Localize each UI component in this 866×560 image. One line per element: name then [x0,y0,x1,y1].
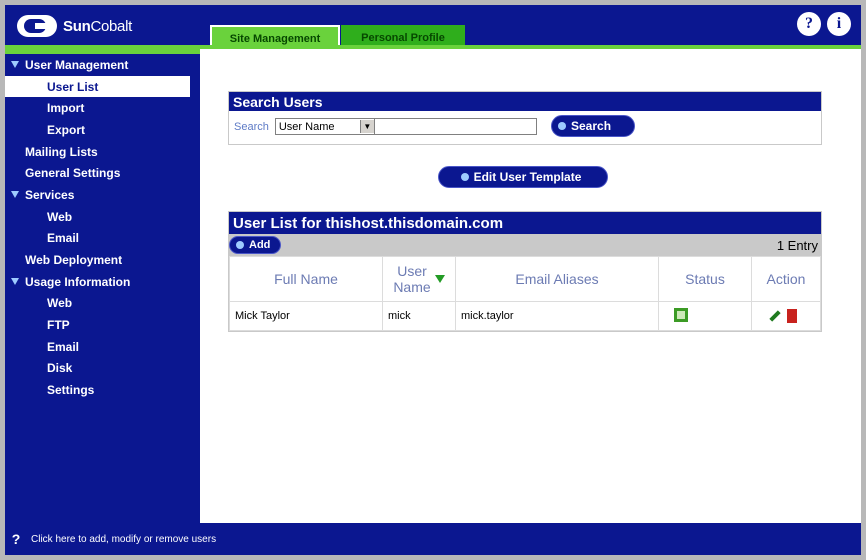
sidebar-item-import[interactable]: Import [5,97,200,119]
sidebar-item-usage-disk[interactable]: Disk [5,358,200,380]
status-message: Click here to add, modify or remove user… [31,533,217,545]
status-bar: ? Click here to add, modify or remove us… [5,523,861,555]
window-frame: SunCobalt Site Management Personal Profi… [0,0,866,560]
triangle-down-icon [11,191,19,199]
status-active-icon [674,307,688,322]
brand-name: SunCobalt [63,18,132,35]
column-header-user-name-line2: Name [393,279,431,295]
sidebar-item-usage-web[interactable]: Web [5,293,200,315]
cell-user-name: mick [382,301,456,331]
edit-user-template-label: Edit User Template [473,170,582,184]
cobalt-logo-icon [17,15,57,37]
sidebar-item-usage-ftp[interactable]: FTP [5,314,200,336]
top-bar: SunCobalt Site Management Personal Profi… [5,5,861,50]
search-field-value: User Name [278,120,335,133]
sidebar: User Management User List Import Export … [5,45,200,523]
suncobalt-logo: SunCobalt [17,12,157,40]
cell-status [658,301,752,331]
column-header-user-name[interactable]: User Name [382,256,456,302]
table-row: Mick Taylor mick mick.taylor [229,301,821,331]
bullet-icon [460,173,469,181]
search-row: Search User Name ▼ [229,111,821,142]
delete-trash-icon[interactable] [787,309,797,323]
column-header-email-aliases[interactable]: Email Aliases [455,256,659,302]
column-header-action: Action [751,256,821,302]
user-list-panel: User List for thishost.thisdomain.com Ad… [228,211,822,332]
column-header-status: Status [658,256,752,302]
edit-pencil-icon[interactable] [769,310,781,322]
sidebar-item-services-email[interactable]: Email [5,228,200,250]
bullet-icon [236,241,244,249]
sidebar-item-usage-email[interactable]: Email [5,336,200,358]
sidebar-item-user-list[interactable]: User List [5,75,190,98]
edit-user-template-button[interactable]: Edit User Template [438,166,608,188]
sidebar-item-label: User List [47,79,99,94]
sidebar-item-label: Mailing Lists [25,144,98,159]
cell-full-name: Mick Taylor [229,301,383,331]
user-list-title: User List for thishost.thisdomain.com [229,212,821,234]
triangle-down-icon [11,278,19,286]
sidebar-item-mailing-lists[interactable]: Mailing Lists [5,141,200,163]
sidebar-item-label: FTP [47,318,70,333]
sidebar-item-label: Import [47,101,85,116]
sidebar-item-user-management[interactable]: User Management [5,54,200,76]
table-header-row: Full Name User Name Email Aliases Status … [229,256,821,302]
question-icon: ? [11,531,21,547]
dropdown-arrow-icon[interactable]: ▼ [359,120,374,133]
user-table: Full Name User Name Email Aliases Status … [229,256,821,331]
search-input[interactable] [374,118,537,135]
search-users-title: Search Users [229,92,821,111]
sidebar-item-usage-information[interactable]: Usage Information [5,271,200,293]
sidebar-item-label: Email [47,339,80,354]
sidebar-accent-bar [5,45,200,54]
user-list-toolbar: Add 1 Entry [229,234,821,256]
info-icon[interactable]: i [827,12,851,36]
column-header-user-name-line1: User [397,263,427,279]
sidebar-item-web-deployment[interactable]: Web Deployment [5,249,200,271]
sidebar-item-label: Disk [47,361,73,376]
cell-action [751,301,821,331]
entry-count: 1 Entry [776,237,818,253]
sidebar-item-general-settings[interactable]: General Settings [5,162,200,184]
sort-descending-icon[interactable] [434,275,445,283]
search-button-label: Search [571,119,612,133]
sidebar-item-services-web[interactable]: Web [5,206,200,228]
add-user-button[interactable]: Add [229,236,282,254]
triangle-down-icon [11,61,19,69]
sidebar-item-export[interactable]: Export [5,119,200,141]
sidebar-item-label: Export [47,122,86,137]
brand-name-regular: Cobalt [90,17,132,35]
search-label: Search [234,120,269,133]
sidebar-item-label: Services [25,187,75,202]
main-content: Search Users Search User Name ▼ Search E… [200,49,861,523]
sidebar-item-label: Email [47,231,80,246]
sidebar-item-label: General Settings [25,166,121,181]
sidebar-item-label: Web Deployment [25,253,123,268]
sidebar-item-services[interactable]: Services [5,184,200,206]
sidebar-item-label: Web [47,209,73,224]
sidebar-item-label: Web [47,296,73,311]
search-button[interactable]: Search [551,115,635,137]
sidebar-item-label: Settings [47,383,95,398]
search-users-panel: Search Users Search User Name ▼ Search [228,91,822,145]
cell-email-aliases: mick.taylor [455,301,659,331]
brand-name-bold: Sun [63,17,91,35]
bullet-icon [558,122,566,130]
column-header-full-name[interactable]: Full Name [229,256,383,302]
help-icon[interactable]: ? [797,12,821,36]
sidebar-item-label: Usage Information [25,274,131,289]
sidebar-item-label: User Management [25,57,129,72]
sidebar-item-usage-settings[interactable]: Settings [5,379,200,401]
add-button-label: Add [249,239,271,251]
search-field-select[interactable]: User Name ▼ [274,118,375,135]
